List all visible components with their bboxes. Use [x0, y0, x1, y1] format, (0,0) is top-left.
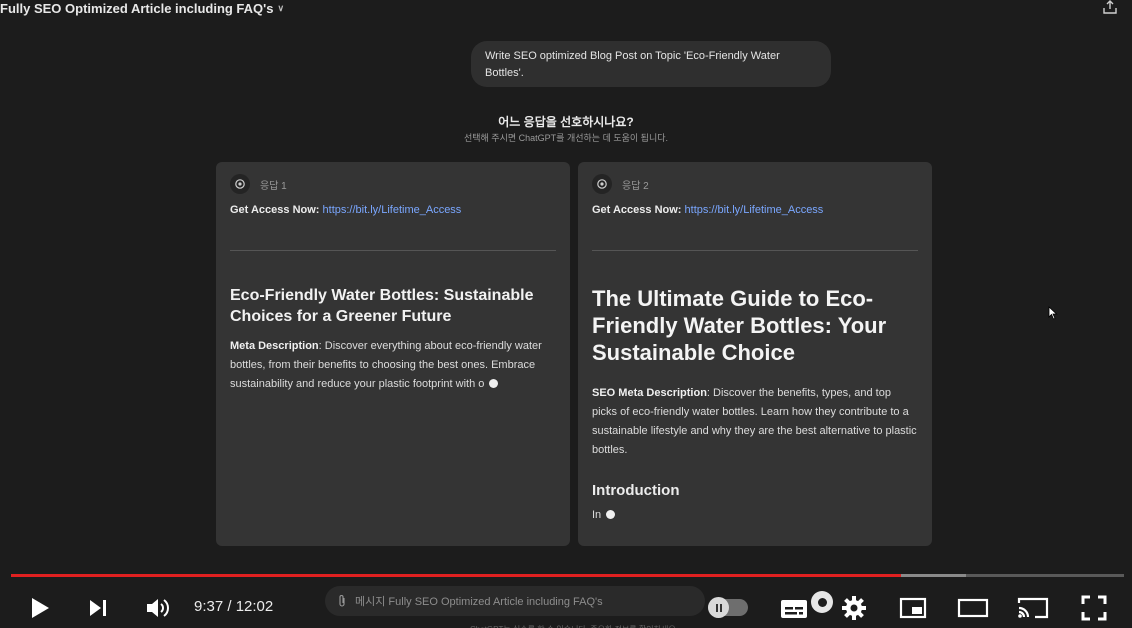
play-icon [32, 598, 49, 618]
access-line: Get Access Now: https://bit.ly/Lifetime_… [592, 204, 918, 216]
access-link[interactable]: https://bit.ly/Lifetime_Access [323, 204, 462, 216]
window-title-bar[interactable]: Fully SEO Optimized Article including FA… [0, 0, 284, 16]
article-heading: Eco-Friendly Water Bottles: Sustainable … [230, 287, 534, 325]
volume-button[interactable] [144, 594, 172, 622]
chatgpt-logo-icon [230, 174, 250, 194]
subtitles-button[interactable] [779, 594, 809, 622]
response-label: 응답 1 [260, 180, 287, 192]
response-label: 응답 2 [622, 180, 649, 192]
user-message-bubble: Write SEO optimized Blog Post on Topic '… [471, 41, 831, 87]
body-tail: In [592, 509, 602, 521]
record-indicator-icon [811, 591, 833, 613]
fullscreen-icon [1081, 595, 1107, 621]
theater-mode-button[interactable] [956, 594, 990, 622]
play-button[interactable] [28, 596, 52, 620]
next-button[interactable] [86, 596, 110, 620]
mouse-pointer-icon [1048, 306, 1058, 320]
body-text: In [592, 509, 918, 521]
chevron-down-icon[interactable]: ∨ [277, 3, 284, 14]
access-label: Get Access Now: [592, 204, 682, 216]
meta-label: Meta Description [230, 340, 319, 352]
chat-input[interactable]: 메시지 Fully SEO Optimized Article includin… [325, 586, 705, 616]
preference-subtext: 선택해 주시면 ChatGPT를 개선하는 데 도움이 됩니다. [463, 133, 669, 143]
video-progress-bar[interactable] [11, 574, 1124, 577]
window-title: Fully SEO Optimized Article including FA… [0, 0, 274, 16]
footer-hint: ChatGPT는 실수를 할 수 있습니다. 중요한 정보를 확인하세요. [470, 624, 700, 628]
cast-button[interactable] [1016, 594, 1050, 622]
response-card-1[interactable]: 응답 1 Get Access Now: https://bit.ly/Life… [216, 162, 570, 546]
access-label: Get Access Now: [230, 204, 320, 216]
article-heading: The Ultimate Guide to Eco-Friendly Water… [592, 286, 887, 365]
divider [592, 250, 918, 251]
access-line: Get Access Now: https://bit.ly/Lifetime_… [230, 204, 556, 216]
subtitles-icon [781, 600, 807, 618]
section-heading: Introduction [592, 482, 680, 499]
chat-input-placeholder: 메시지 Fully SEO Optimized Article includin… [355, 596, 603, 608]
played-bar [11, 574, 902, 577]
volume-icon [147, 599, 169, 617]
fullscreen-button[interactable] [1080, 594, 1108, 622]
meta-description: Meta Description: Discover everything ab… [230, 337, 556, 394]
skip-next-icon [90, 600, 106, 616]
meta-description: SEO Meta Description: Discover the benef… [592, 384, 918, 460]
pause-icon [708, 597, 729, 618]
access-link[interactable]: https://bit.ly/Lifetime_Access [685, 204, 824, 216]
share-icon[interactable] [1102, 0, 1118, 14]
time-display: 9:37 / 12:02 [194, 598, 274, 615]
miniplayer-icon [899, 597, 927, 619]
miniplayer-button[interactable] [898, 594, 928, 622]
meta-label: SEO Meta Description [592, 387, 707, 399]
theater-mode-icon [957, 598, 989, 618]
typing-cursor-icon [606, 510, 616, 519]
divider [230, 250, 556, 251]
typing-cursor-icon [489, 379, 499, 388]
chatgpt-logo-icon [592, 174, 612, 194]
response-card-2[interactable]: 응답 2 Get Access Now: https://bit.ly/Life… [578, 162, 932, 546]
gear-icon [842, 596, 866, 620]
preference-question: 어느 응답을 선호하시나요? [498, 115, 634, 129]
settings-button[interactable] [840, 594, 868, 622]
paperclip-icon[interactable] [337, 594, 347, 608]
cast-icon [1017, 597, 1049, 619]
autoplay-toggle[interactable] [708, 597, 748, 618]
